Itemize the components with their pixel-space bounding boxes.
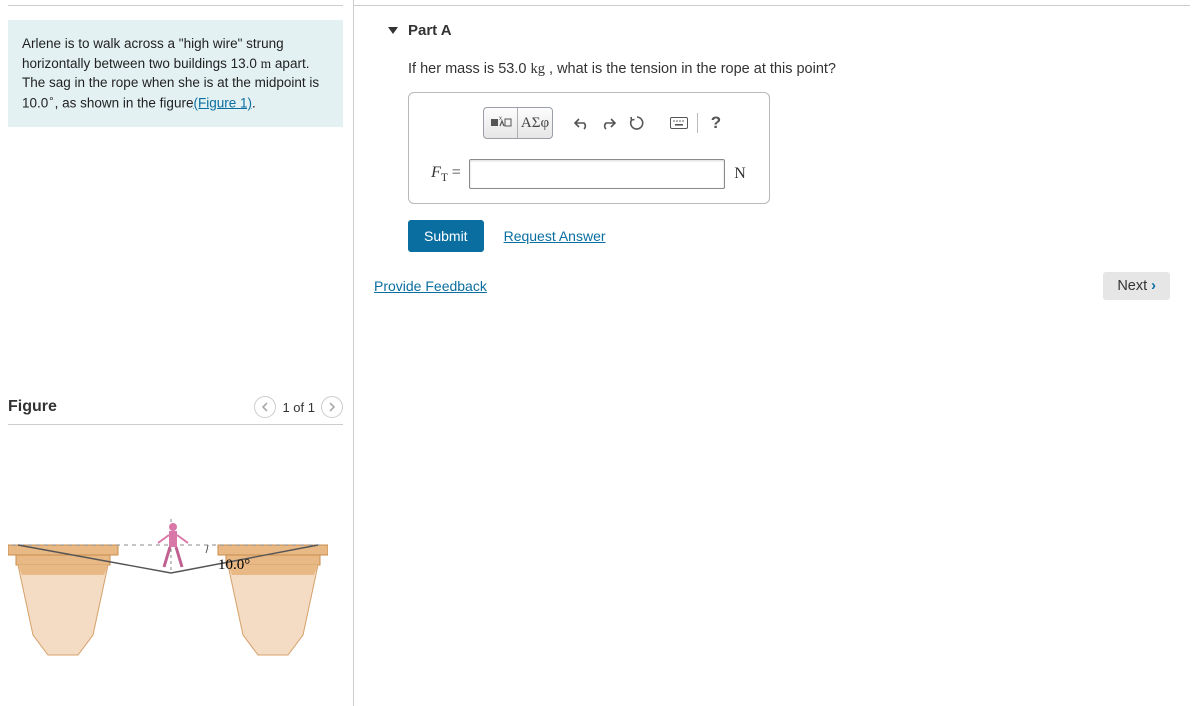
footer-row: Provide Feedback Next ›: [374, 272, 1170, 300]
left-panel: Arlene is to walk across a "high wire" s…: [0, 0, 354, 706]
help-button[interactable]: ?: [702, 109, 730, 137]
intro-text: .: [252, 95, 256, 110]
figure-section: Figure 1 of 1: [8, 396, 343, 665]
answer-lhs: FT =: [423, 164, 469, 184]
figure-header: Figure 1 of 1: [8, 396, 343, 425]
format-button-group: x ΑΣφ: [483, 107, 553, 139]
redo-button[interactable]: [595, 109, 623, 137]
chevron-left-icon: [261, 402, 269, 412]
redo-icon: [601, 116, 617, 130]
figure-pager: 1 of 1: [254, 396, 343, 418]
figure-prev-button[interactable]: [254, 396, 276, 418]
provide-feedback-link[interactable]: Provide Feedback: [374, 278, 487, 294]
right-panel: Part A If her mass is 53.0 kg , what is …: [354, 0, 1200, 706]
figure-angle-label: 10.0°: [218, 557, 250, 573]
next-button[interactable]: Next ›: [1103, 272, 1170, 300]
svg-text:x: x: [499, 116, 502, 122]
undo-button[interactable]: [567, 109, 595, 137]
intro-text: Arlene is to walk across a "high wire" s…: [22, 36, 284, 71]
part-header[interactable]: Part A: [374, 6, 1170, 53]
intro-text: , as shown in the figure: [55, 95, 194, 110]
keyboard-icon: [670, 117, 688, 129]
figure-next-button[interactable]: [321, 396, 343, 418]
unit-m: m: [261, 56, 272, 71]
templates-button[interactable]: x: [484, 108, 518, 138]
figure-title: Figure: [8, 398, 254, 416]
reset-button[interactable]: [623, 109, 651, 137]
answer-unit: N: [725, 165, 755, 183]
part-title: Part A: [408, 22, 452, 39]
answer-input-row: FT = N: [423, 159, 755, 189]
chevron-right-icon: ›: [1151, 278, 1156, 294]
tension-input[interactable]: [469, 159, 725, 189]
submit-button[interactable]: Submit: [408, 220, 484, 252]
undo-icon: [573, 116, 589, 130]
unit-kg: kg: [531, 61, 546, 77]
request-answer-link[interactable]: Request Answer: [504, 228, 606, 244]
action-row: Submit Request Answer: [408, 220, 1170, 252]
answer-panel: x ΑΣφ: [408, 92, 770, 204]
next-label: Next: [1117, 278, 1147, 294]
question-text: If her mass is 53.0 kg , what is the ten…: [374, 53, 1170, 92]
caret-down-icon: [388, 27, 398, 34]
greek-button[interactable]: ΑΣφ: [518, 108, 552, 138]
reset-icon: [629, 115, 645, 131]
figure-svg: 10.0°: [8, 485, 328, 665]
chevron-right-icon: [328, 402, 336, 412]
templates-icon: x: [490, 114, 512, 132]
problem-intro: Arlene is to walk across a "high wire" s…: [8, 20, 343, 127]
keyboard-button[interactable]: [665, 109, 693, 137]
greek-icon: ΑΣφ: [521, 115, 549, 132]
figure-link[interactable]: (Figure 1): [193, 95, 252, 110]
answer-toolbar: x ΑΣφ: [483, 107, 755, 139]
figure-image: 10.0°: [8, 485, 343, 665]
figure-pager-label: 1 of 1: [282, 400, 315, 415]
